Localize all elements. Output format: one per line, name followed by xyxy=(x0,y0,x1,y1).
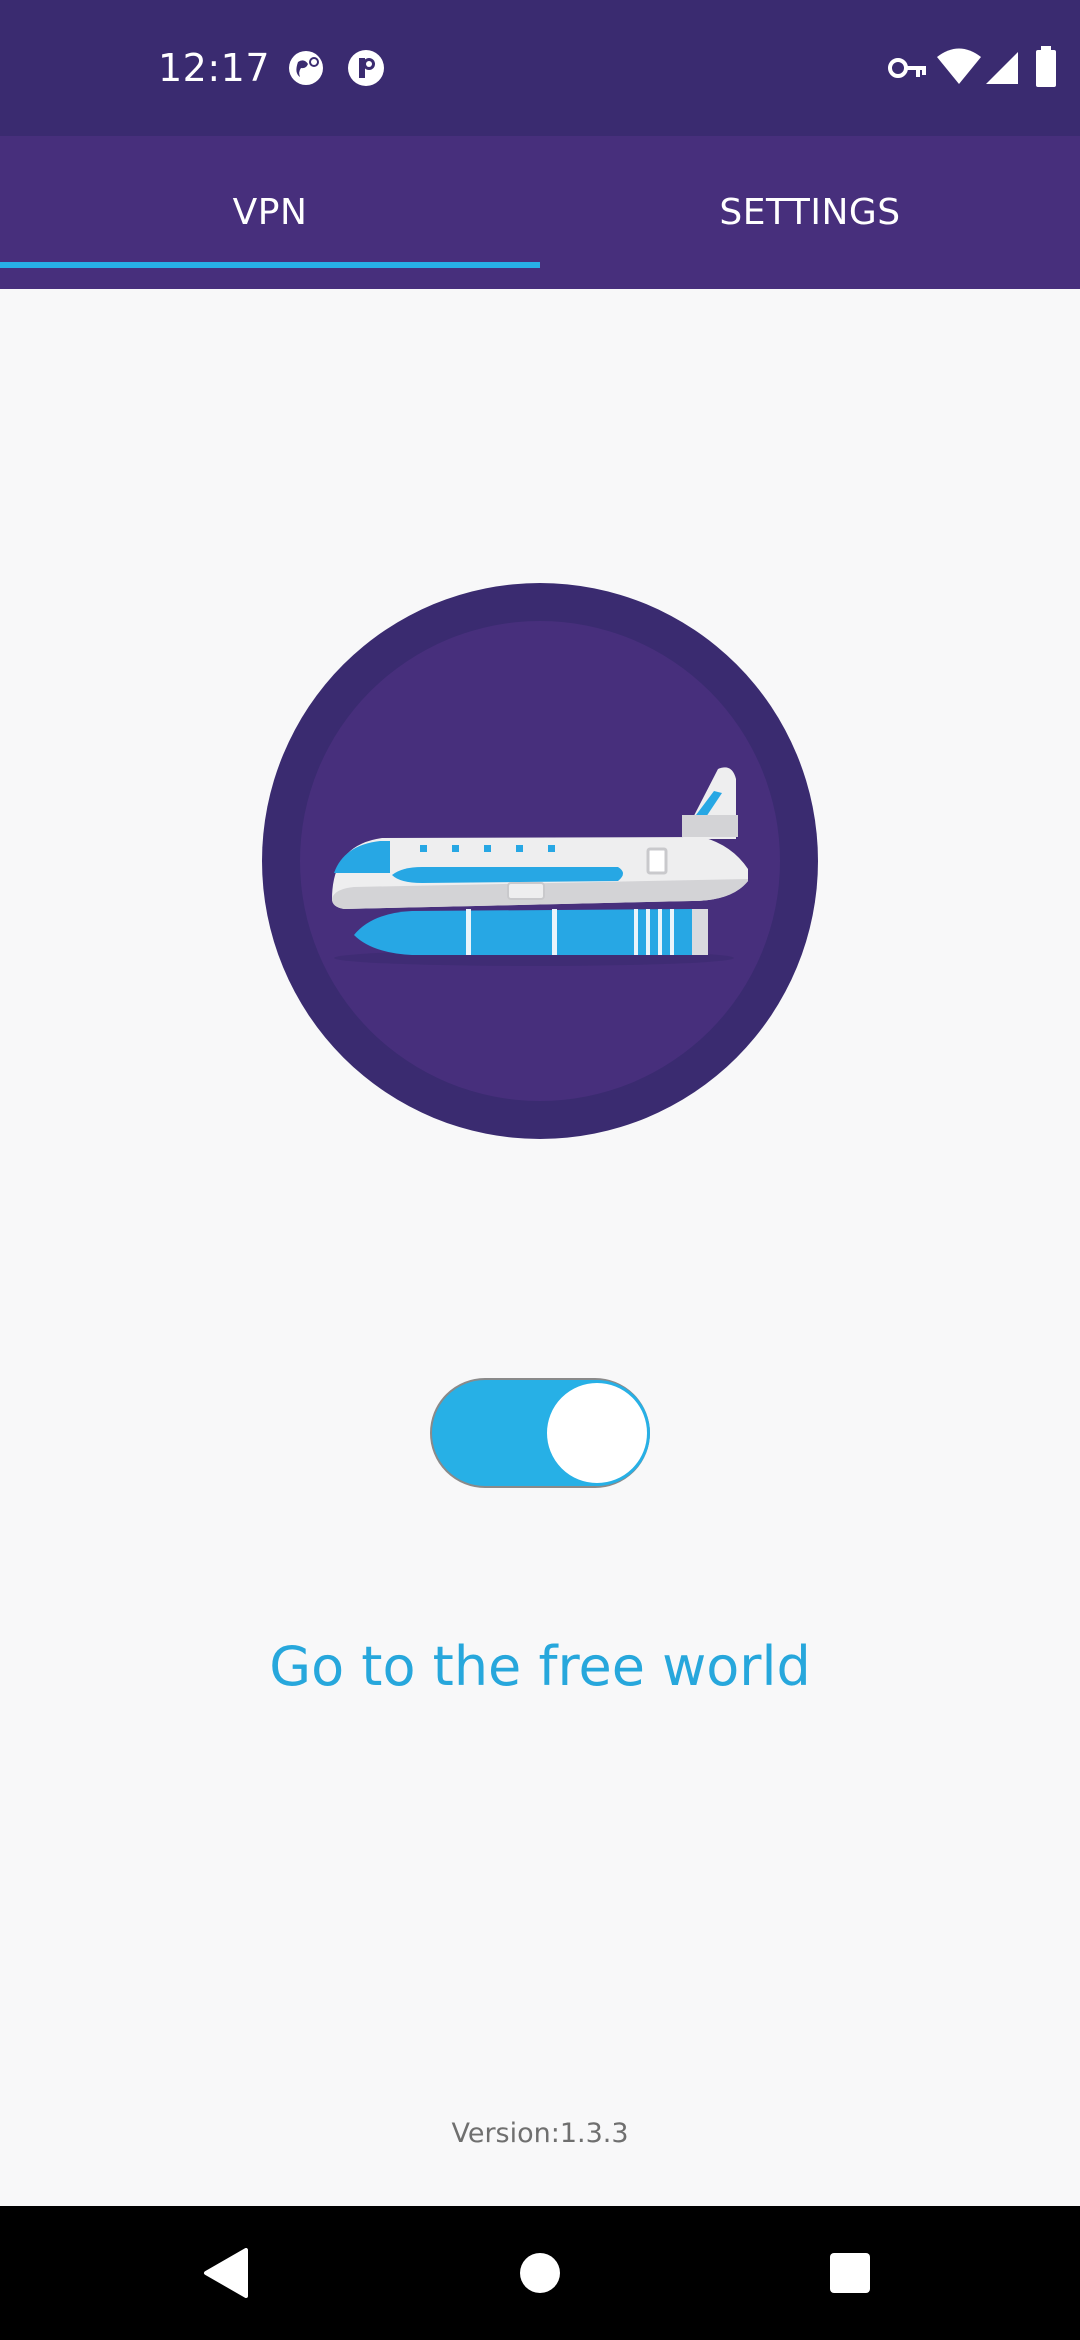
system-nav-bar xyxy=(0,2206,1080,2340)
tab-settings-label: SETTINGS xyxy=(719,192,901,233)
vpn-connect-toggle[interactable] xyxy=(430,1378,650,1488)
vpn-key-icon xyxy=(888,54,928,86)
connection-tagline: Go to the free world xyxy=(269,1635,811,1698)
vpn-toggle-knob xyxy=(544,1380,650,1486)
home-icon[interactable] xyxy=(518,2251,562,2299)
tab-selected-indicator xyxy=(0,262,540,268)
battery-icon xyxy=(1034,46,1058,92)
notification-badge-icon xyxy=(346,48,386,92)
airplane-illustration-icon xyxy=(262,583,818,1143)
globe-location-icon xyxy=(286,48,326,92)
status-time: 12:17 xyxy=(158,46,271,90)
recents-icon[interactable] xyxy=(829,2252,871,2298)
tab-settings[interactable]: SETTINGS xyxy=(540,136,1080,289)
status-bar: 12:17 xyxy=(0,0,1080,136)
version-label: Version:1.3.3 xyxy=(451,2118,629,2149)
wifi-icon xyxy=(936,48,982,90)
tab-vpn-label: VPN xyxy=(232,192,308,233)
signal-icon xyxy=(984,50,1020,90)
back-icon[interactable] xyxy=(202,2248,248,2302)
